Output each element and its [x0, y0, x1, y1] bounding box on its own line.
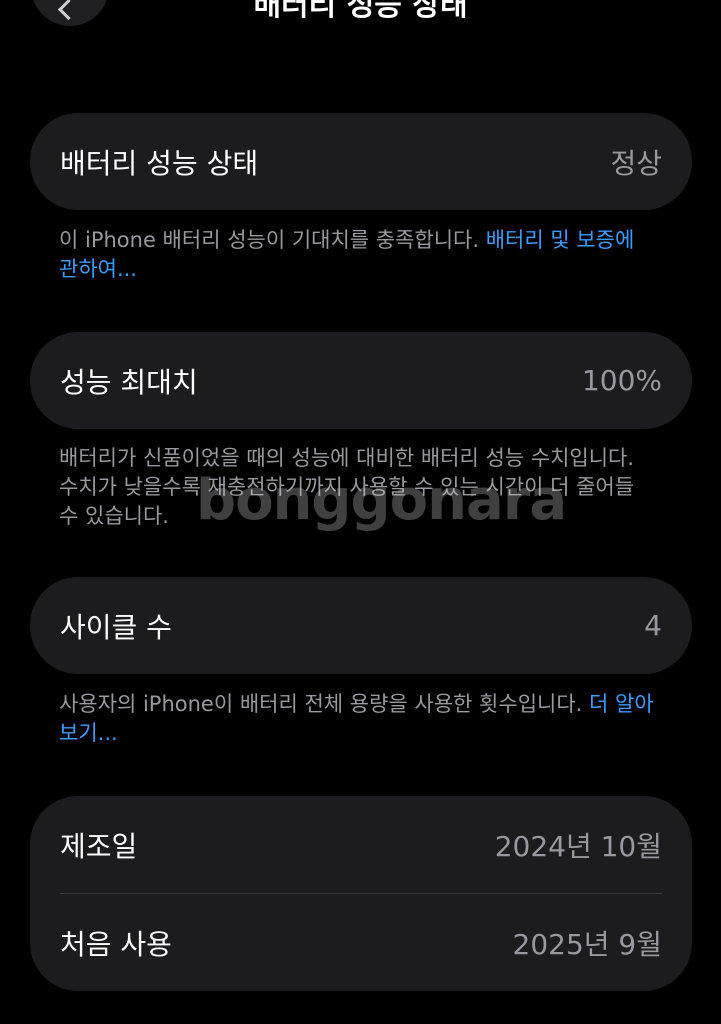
- cycle-count-row: 사이클 수 4: [30, 577, 692, 674]
- max-capacity-note: 배터리가 신품이었을 때의 성능에 대비한 배터리 성능 수치입니다. 수치가 …: [59, 446, 635, 528]
- battery-health-note: 이 iPhone 배터리 성능이 기대치를 충족합니다. 배터리 및 보증에 관…: [59, 226, 659, 284]
- cycle-count-note-text: 사용자의 iPhone이 배터리 전체 용량을 사용한 횟수입니다.: [59, 692, 590, 716]
- first-use-label: 처음 사용: [60, 927, 172, 961]
- max-capacity-card: 성능 최대치 100%: [30, 332, 692, 429]
- battery-health-note-text: 이 iPhone 배터리 성능이 기대치를 충족합니다.: [59, 228, 486, 252]
- battery-health-label: 배터리 성능 상태: [60, 146, 259, 180]
- battery-health-card: 배터리 성능 상태 정상: [30, 113, 692, 210]
- cycle-count-value: 4: [644, 609, 662, 642]
- page-title: 배터리 성능 상태: [253, 0, 468, 23]
- manufacture-date-value: 2024년 10월: [494, 829, 662, 863]
- manufacture-date-row: 제조일 2024년 10월: [30, 796, 692, 893]
- battery-health-row: 배터리 성능 상태 정상: [30, 113, 692, 210]
- cycle-count-label: 사이클 수: [60, 610, 172, 644]
- cycle-count-note: 사용자의 iPhone이 배터리 전체 용량을 사용한 횟수입니다. 더 알아보…: [59, 690, 659, 748]
- first-use-value: 2025년 9월: [512, 927, 663, 961]
- max-capacity-value: 100%: [581, 364, 662, 397]
- dates-card: 제조일 2024년 10월 처음 사용 2025년 9월: [30, 796, 692, 991]
- cycle-count-card: 사이클 수 4: [30, 577, 692, 674]
- max-capacity-label: 성능 최대치: [60, 365, 198, 399]
- battery-health-value: 정상: [610, 146, 662, 180]
- max-capacity-row: 성능 최대치 100%: [30, 332, 692, 429]
- first-use-row: 처음 사용 2025년 9월: [30, 894, 692, 991]
- manufacture-date-label: 제조일: [60, 829, 138, 863]
